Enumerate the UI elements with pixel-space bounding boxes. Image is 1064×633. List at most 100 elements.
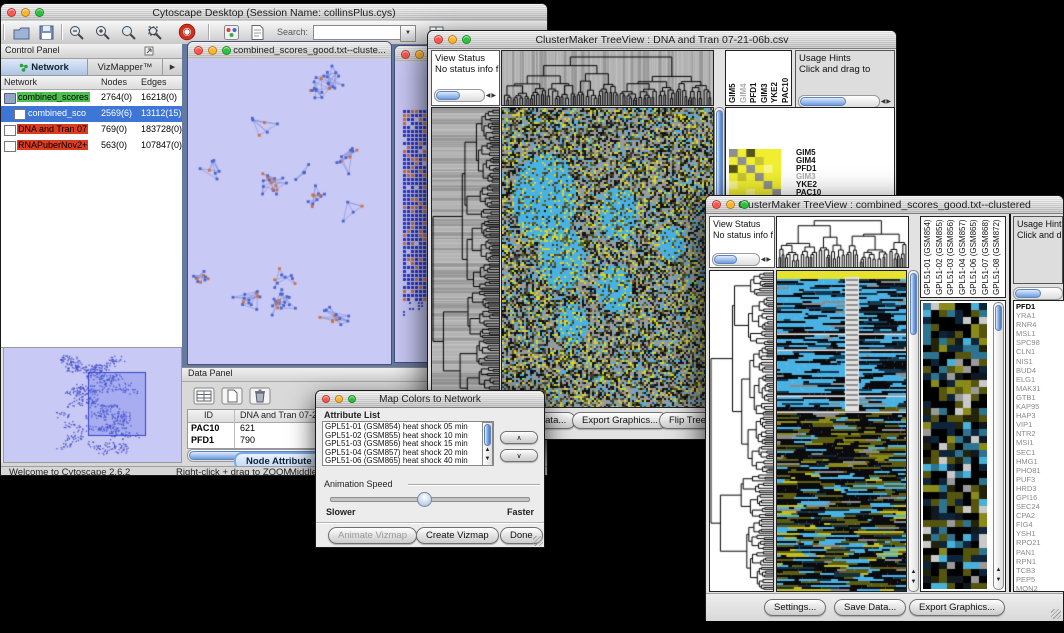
zoom-fit-icon[interactable] [120,24,137,41]
move-up-button[interactable]: ∧ [500,431,538,444]
slider-thumb[interactable] [417,492,432,507]
zoom-window-icon[interactable] [222,46,231,55]
tv1-heatmap[interactable] [501,107,714,408]
zoom-window-icon[interactable] [348,395,356,403]
tv1-column-dendrogram[interactable] [501,50,714,106]
gene-label[interactable]: SEC1 [1016,448,1041,457]
tv2-zoom-vscrollbar[interactable]: ▲▼ [993,302,1004,590]
close-icon[interactable] [194,46,203,55]
zoom-window-icon[interactable] [740,200,749,209]
gene-label[interactable]: MON2 [1016,584,1041,592]
table-mode-icon[interactable] [192,385,216,407]
tv2-hints-scrollbar[interactable] [1013,287,1063,300]
tv1-column-label[interactable]: PAC10 [781,53,792,103]
attribute-list[interactable]: GPL51-01 (GSM854) heat shock 05 minGPL51… [322,421,494,466]
new-attribute-icon[interactable] [220,385,244,407]
treeview1-titlebar[interactable]: ClusterMaker TreeView : DNA and Tran 07-… [428,31,896,49]
tv2-resize-grip[interactable] [1051,609,1061,619]
column-header[interactable]: Network [4,77,37,87]
gene-label[interactable]: GPI16 [1016,493,1041,502]
zoom-selected-icon[interactable] [146,24,163,41]
network-row[interactable]: combined_scores2764(0)16218(0) [1,90,182,106]
minimize-icon[interactable] [335,395,343,403]
tv2-settings-button[interactable]: Settings... [764,599,826,616]
gene-label[interactable]: PUF3 [1016,475,1041,484]
gene-label[interactable]: PHO81 [1016,466,1041,475]
gene-label[interactable]: FIG4 [1016,520,1041,529]
gene-label[interactable]: HRD3 [1016,484,1041,493]
search-input[interactable] [313,25,401,40]
gene-label[interactable]: HAP3 [1016,411,1041,420]
create-vizmap-button[interactable]: Create Vizmap [416,527,499,544]
gene-label[interactable]: PAN1 [1016,548,1041,557]
tv2-column-dendrogram[interactable] [776,216,909,268]
gene-label[interactable]: HMG1 [1016,457,1041,466]
gene-label[interactable]: NIS1 [1016,357,1041,366]
gene-label[interactable]: BUD4 [1016,366,1041,375]
animation-speed-slider[interactable] [330,497,530,502]
network-view-1-canvas[interactable] [188,59,391,364]
tv2-export-graphics-button[interactable]: Export Graphics... [909,599,1005,616]
gene-label[interactable]: YRA1 [1016,311,1041,320]
network-row[interactable]: RNAPuberNov2+563(0)107847(0) [1,138,182,154]
gene-label[interactable]: TCB3 [1016,566,1041,575]
move-down-button[interactable]: ∨ [500,449,538,462]
search-dropdown-arrow[interactable]: ▼ [400,25,416,42]
close-icon[interactable] [401,50,410,59]
column-header[interactable]: Nodes [101,77,127,87]
tab-network[interactable]: Network [1,59,88,75]
network-name[interactable]: combined_scores [17,92,90,102]
tv1-column-label[interactable]: PFD1 [749,53,760,103]
help-lifebuoy-icon[interactable] [178,23,196,41]
close-icon[interactable] [322,395,330,403]
tv2-zoom-heatmap[interactable] [923,303,987,589]
tv2-column-label[interactable]: GPL51-03 (GSM856) [946,219,958,295]
zoom-in-icon[interactable] [94,24,111,41]
gene-label[interactable]: NTR2 [1016,429,1041,438]
tv1-status-scrollbar[interactable]: ◀▶ [434,89,496,102]
annotation-icon[interactable] [249,24,266,41]
tv2-column-label[interactable]: GPL51-06 (GSM865) [969,219,981,295]
tv1-row-dendrogram[interactable] [431,107,500,408]
window-controls[interactable] [7,8,44,17]
gene-label[interactable]: PEP5 [1016,575,1041,584]
animate-vizmap-button[interactable]: Animate Vizmap [328,527,417,544]
gene-label[interactable]: RPN1 [1016,557,1041,566]
tab-overflow-button[interactable]: ▶ [163,59,182,75]
tv2-status-scrollbar[interactable]: ◀▶ [712,253,771,266]
gene-label[interactable]: MSL1 [1016,329,1041,338]
network-window-1-titlebar[interactable]: combined_scores_good.txt--cluste... [188,42,391,60]
minimize-icon[interactable] [726,200,735,209]
tv1-column-label[interactable]: YKE2 [770,53,781,103]
dialog-titlebar[interactable]: Map Colors to Network [316,391,544,408]
gene-label[interactable]: GTB1 [1016,393,1041,402]
tab-vizmapper[interactable]: VizMapper™ [88,59,163,75]
tv2-heatmap-vscrollbar[interactable]: ▲▼ [908,270,919,592]
gene-label[interactable]: SEC24 [1016,502,1041,511]
tv2-column-label[interactable]: GPL51-07 (GSM868) [981,219,993,295]
main-titlebar[interactable]: Cytoscape Desktop (Session Name: collins… [1,4,547,22]
treeview2-titlebar[interactable]: ClusterMaker TreeView : combined_scores_… [706,196,1063,214]
tv2-save-data-button[interactable]: Save Data... [834,599,906,616]
close-icon[interactable] [7,8,16,17]
gene-label[interactable]: KAP95 [1016,402,1041,411]
gene-label[interactable]: CLN1 [1016,347,1041,356]
open-file-icon[interactable] [13,24,30,41]
float-panel-icon[interactable] [144,46,154,56]
gene-label[interactable]: YSH1 [1016,529,1041,538]
tv1-export-graphics-button[interactable]: Export Graphics... [572,412,668,429]
gene-label[interactable]: ELG1 [1016,375,1041,384]
gene-label[interactable]: SPC98 [1016,338,1041,347]
tv1-column-label[interactable]: GIM5 [728,53,739,103]
minimize-icon[interactable] [208,46,217,55]
tv1-column-label[interactable]: GIM3 [760,53,771,103]
dialog-resize-grip[interactable] [533,536,543,546]
gene-label[interactable]: RPO21 [1016,538,1041,547]
tv1-column-label[interactable]: GIM4 [739,53,750,103]
tv1-zoom-heatmap[interactable] [729,149,781,197]
tv2-column-label[interactable]: GPL51-04 (GSM857) [958,219,970,295]
tv2-column-label[interactable]: GPL51-02 (GSM855) [935,219,947,295]
attribute-list-vscrollbar[interactable]: ▲▼ [482,422,493,466]
network-name[interactable]: combined_sco [27,108,87,118]
tv2-column-label[interactable]: GPL51-08 (GSM872) [992,219,1004,295]
